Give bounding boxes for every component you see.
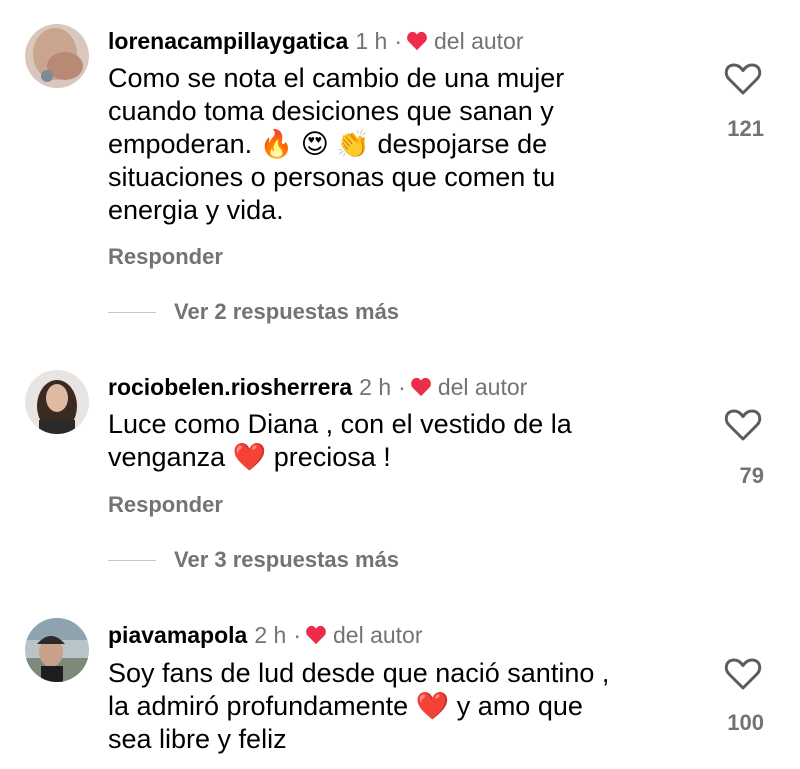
divider-line (108, 559, 156, 561)
comment-line: empoderan. 🔥 😍 👏 despojarse de (108, 129, 548, 159)
comment-text: Luce como Diana , con el vestido de la v… (108, 408, 668, 474)
divider-line (108, 311, 156, 313)
heart-outline-icon[interactable] (724, 657, 762, 691)
like-count: 79 (739, 463, 764, 488)
comment-line: Como se nota el cambio de una mujer (108, 63, 565, 93)
comment-line: situaciones o personas que comen tu (108, 162, 556, 192)
comment-line: venganza ❤️ preciosa ! (108, 442, 391, 472)
heart-outline-icon[interactable] (724, 62, 762, 96)
red-heart-icon (306, 625, 326, 645)
reply-button[interactable]: Responder (108, 492, 223, 518)
avatar[interactable] (25, 618, 89, 682)
separator-dot: · (398, 374, 406, 400)
username[interactable]: lorenacampillaygatica (108, 26, 348, 56)
view-replies-button[interactable]: Ver 3 respuestas más (108, 547, 399, 573)
comment-line: sea libre y feliz (108, 724, 287, 754)
comment-header: lorenacampillaygatica 1 h · del autor (108, 26, 524, 56)
like-count: 100 (727, 710, 764, 735)
red-heart-icon (410, 377, 431, 397)
heart-outline-icon[interactable] (724, 408, 762, 442)
red-heart-icon (407, 31, 427, 51)
comment-header: rociobelen.riosherrera 2 h · del autor (108, 372, 527, 402)
like-count: 121 (727, 116, 764, 141)
timestamp: 2 h (254, 622, 287, 648)
comment-header: piavamapola 2 h · del autor (108, 620, 423, 650)
author-label: del autor (437, 374, 528, 400)
timestamp: 2 h (359, 374, 392, 400)
comment-line: la admiró profundamente ❤️ y amo que (108, 691, 583, 721)
comment-line: Soy fans de lud desde que nació santino … (108, 658, 610, 688)
avatar[interactable] (25, 370, 89, 434)
comment-text: Como se nota el cambio de una mujer cuan… (108, 62, 668, 227)
author-label: del autor (333, 622, 423, 648)
comment-line: Luce como Diana , con el vestido de la (108, 409, 572, 439)
separator-dot: · (293, 622, 301, 648)
view-replies-label: Ver 3 respuestas más (174, 547, 400, 572)
author-label: del autor (434, 28, 524, 54)
username[interactable]: piavamapola (108, 620, 247, 650)
view-replies-label: Ver 2 respuestas más (174, 299, 400, 324)
reply-button[interactable]: Responder (108, 244, 223, 270)
username[interactable]: rociobelen.riosherrera (108, 372, 352, 402)
comment-line: cuando toma desiciones que sanan y (108, 96, 554, 126)
comment-text: Soy fans de lud desde que nació santino … (108, 657, 668, 756)
comment-line: energia y vida. (108, 195, 284, 225)
separator-dot: · (394, 28, 402, 54)
view-replies-button[interactable]: Ver 2 respuestas más (108, 299, 399, 325)
avatar[interactable] (25, 24, 89, 88)
timestamp: 1 h (355, 28, 388, 54)
